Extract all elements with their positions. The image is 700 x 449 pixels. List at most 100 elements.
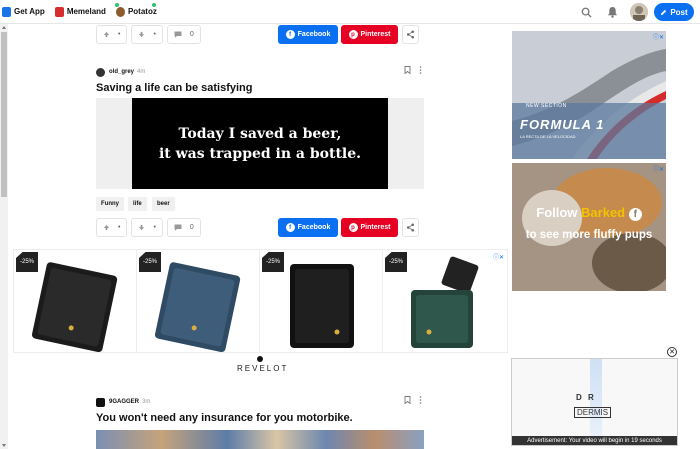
arrow-down-icon — [139, 31, 145, 38]
scroll-up-arrow-icon[interactable] — [2, 26, 6, 29]
adchoices-icon[interactable]: ⓘ✕ — [653, 164, 664, 173]
comment-icon — [174, 31, 182, 38]
facebook-label: Facebook — [297, 31, 331, 38]
post-author[interactable]: old_grey — [109, 69, 134, 75]
top-navbar: Get App Memeland Potatoz Post — [0, 0, 700, 24]
product-card[interactable]: -25% — [260, 250, 383, 352]
get-app-label: Get App — [14, 7, 45, 16]
comment-count: 0 — [189, 31, 194, 38]
meme-text-line1: Today I saved a beer, — [178, 125, 342, 142]
potatoz-link[interactable]: Potatoz — [115, 2, 157, 17]
barked-follow-text: Follow — [536, 205, 582, 220]
scroll-down-arrow-icon[interactable] — [2, 444, 6, 447]
comment-icon — [174, 224, 182, 231]
comment-button[interactable]: 0 — [166, 25, 201, 44]
share-icon[interactable] — [402, 25, 419, 44]
pinterest-share-button[interactable]: p Pinterest — [341, 218, 398, 237]
post-image[interactable]: Today I saved a beer, it was trapped in … — [96, 98, 424, 189]
post-header: old_grey 4m — [96, 66, 424, 78]
post-action-bar: • • 0 f Facebook p Pinterest — [96, 218, 424, 237]
pinterest-share-button[interactable]: p Pinterest — [341, 25, 398, 44]
pencil-icon — [661, 9, 667, 15]
bell-icon[interactable] — [604, 4, 620, 20]
get-app-link[interactable]: Get App — [2, 6, 45, 17]
tag-beer[interactable]: beer — [152, 197, 175, 211]
facebook-share-button[interactable]: f Facebook — [278, 25, 338, 44]
facebook-label: Facebook — [297, 224, 331, 231]
video-ad-player[interactable]: D R DERMIS Advertisement: Your video wil… — [511, 358, 678, 446]
more-options-icon[interactable] — [419, 396, 422, 404]
upvote-count: • — [118, 224, 121, 231]
upvote-button[interactable]: • — [96, 218, 128, 237]
post-title[interactable]: You won't need any insurance for you mot… — [96, 412, 353, 424]
dermis-logo-top: D R — [576, 393, 596, 402]
memeland-label: Memeland — [66, 7, 106, 16]
downvote-count: • — [153, 31, 156, 38]
comment-button[interactable]: 0 — [166, 218, 201, 237]
adchoices-icon[interactable]: ⓘ✕ — [653, 32, 664, 41]
downvote-button[interactable]: • — [131, 25, 163, 44]
downvote-count: • — [153, 224, 156, 231]
avatar[interactable] — [630, 3, 648, 21]
post-image[interactable] — [96, 430, 424, 449]
tag-life[interactable]: life — [128, 197, 147, 211]
dermis-logo-bottom: DERMIS — [574, 407, 612, 418]
post-action-bar: • • 0 f Facebook p Pinterest — [96, 25, 424, 44]
post-age: 4m — [137, 69, 146, 75]
search-icon[interactable] — [578, 4, 594, 20]
product-card[interactable]: -25% — [137, 250, 260, 352]
post-header-actions — [404, 66, 422, 74]
pinterest-icon: p — [348, 30, 358, 39]
video-frame: D R DERMIS — [512, 359, 677, 437]
author-avatar[interactable] — [96, 397, 105, 407]
meme-text-line2: it was trapped in a bottle. — [158, 145, 362, 162]
adchoices-icon[interactable]: ⓘ✕ — [493, 252, 504, 261]
video-ad-caption: Advertisement: Your video will begin in … — [512, 436, 677, 445]
post-header-actions — [404, 396, 422, 404]
post-header: 9GAGGER 3m — [96, 396, 424, 408]
facebook-icon: f — [628, 208, 642, 221]
puppy-image — [512, 163, 666, 291]
f1-title: FORMULA 1 — [520, 117, 605, 132]
meme-image: Today I saved a beer, it was trapped in … — [132, 98, 388, 189]
potato-icon — [115, 6, 125, 17]
barked-brand-text: Barked — [581, 205, 626, 220]
facebook-share-button[interactable]: f Facebook — [278, 218, 338, 237]
formula1-ad[interactable]: NEW SECTION FORMULA 1 LA RECTA DE LA VEL… — [512, 31, 666, 159]
share-icon[interactable] — [402, 218, 419, 237]
new-dot — [151, 2, 156, 7]
top-right-actions: Post — [573, 0, 700, 24]
comment-count: 0 — [189, 224, 194, 231]
close-icon[interactable]: ✕ — [667, 347, 677, 357]
more-options-icon[interactable] — [419, 66, 422, 74]
upvote-button[interactable]: • — [96, 25, 128, 44]
bookmark-icon[interactable] — [404, 396, 411, 404]
product-ad-carousel[interactable]: -25% -25% -25% -25% ⓘ✕ — [13, 249, 508, 353]
product-card[interactable]: -25% — [14, 250, 137, 352]
barked-line2: to see more fluffy pups — [525, 229, 653, 241]
pinterest-label: Pinterest — [360, 224, 391, 231]
ad-brand-name[interactable]: REVELOT — [237, 364, 288, 373]
flag-icon — [54, 6, 64, 17]
facebook-icon: f — [285, 223, 295, 232]
post-age: 3m — [142, 399, 151, 405]
phone-icon — [2, 6, 11, 17]
scroll-thumb[interactable] — [1, 32, 7, 197]
arrow-up-icon — [103, 224, 110, 231]
tag-funny[interactable]: Funny — [96, 197, 124, 211]
product-card[interactable]: -25% — [383, 250, 506, 352]
downvote-button[interactable]: • — [131, 218, 163, 237]
post-button[interactable]: Post — [654, 3, 694, 21]
pinterest-icon: p — [348, 223, 358, 232]
barked-ad[interactable]: Follow Barked f to see more fluffy pups … — [512, 163, 666, 291]
f1-subtitle: LA RECTA DE LA VELOCIDAD — [520, 134, 576, 139]
bookmark-icon[interactable] — [404, 66, 411, 74]
potatoz-label: Potatoz — [127, 7, 157, 16]
page-scrollbar[interactable] — [0, 24, 8, 449]
post-author[interactable]: 9GAGGER — [109, 399, 139, 405]
brand-logo-dot — [257, 356, 263, 362]
facebook-icon: f — [285, 30, 295, 39]
memeland-link[interactable]: Memeland — [54, 2, 119, 17]
author-avatar[interactable] — [96, 67, 105, 77]
post-title[interactable]: Saving a life can be satisfying — [96, 82, 253, 94]
